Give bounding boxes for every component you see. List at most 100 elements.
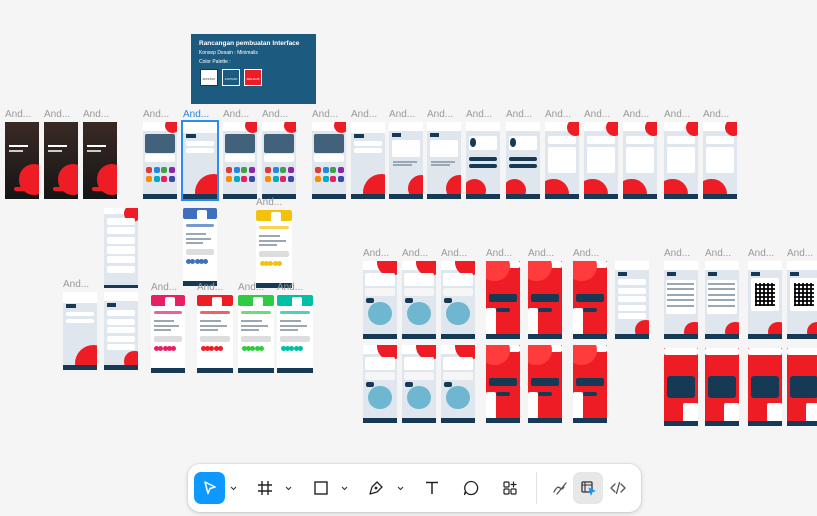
frame-label[interactable]: And... (573, 248, 599, 259)
phone-frame-success[interactable] (705, 348, 739, 426)
frame-label[interactable]: And... (427, 109, 453, 120)
phone-frame-rating[interactable] (256, 210, 292, 288)
phone-frame-red[interactable] (573, 345, 607, 423)
phone-frame-home[interactable] (143, 122, 177, 199)
phone-frame-home[interactable] (262, 122, 296, 199)
text-tool-button[interactable] (417, 472, 447, 504)
frame-label[interactable]: And... (312, 109, 338, 120)
frame-label[interactable]: And... (223, 109, 249, 120)
phone-frame-form[interactable] (545, 122, 579, 199)
phone-frame-red[interactable] (486, 345, 520, 423)
frame-label[interactable]: And... (748, 248, 774, 259)
frame-label[interactable]: And... (262, 109, 288, 120)
phone-frame-form[interactable] (623, 122, 657, 199)
phone-frame-login[interactable] (63, 292, 97, 370)
phone-frame-map[interactable] (441, 261, 475, 339)
shape-tool-chevron[interactable] (339, 472, 349, 504)
design-mode-button[interactable] (573, 472, 603, 504)
phone-frame-form[interactable] (584, 122, 618, 199)
frame-label[interactable]: And... (238, 282, 264, 293)
phone-frame-splash[interactable] (5, 122, 39, 199)
design-canvas[interactable]: And... And... And... And... And... And... And.… (0, 0, 817, 516)
list-item (617, 304, 647, 311)
phone-frame-success[interactable] (664, 348, 698, 426)
frame-label[interactable]: And... (351, 109, 377, 120)
phone-frame-home[interactable] (223, 122, 257, 199)
frame-tool-button[interactable] (250, 472, 280, 504)
frame-label[interactable]: And... (703, 109, 729, 120)
phone-frame-splash[interactable] (44, 122, 78, 199)
frame-label[interactable]: And... (441, 248, 467, 259)
frame-label[interactable]: And... (528, 248, 554, 259)
dev-mode-button[interactable] (603, 472, 633, 504)
phone-frame-rating[interactable] (183, 208, 217, 286)
frame-label[interactable]: And... (277, 282, 303, 293)
shape-tool-button[interactable] (306, 472, 336, 504)
frame-label[interactable]: And... (83, 109, 109, 120)
phone-frame-success[interactable] (748, 348, 782, 426)
pen-tool-button[interactable] (361, 472, 391, 504)
phone-frame-map[interactable] (402, 345, 436, 423)
phone-frame-table[interactable] (705, 261, 739, 339)
phone-frame-rating[interactable] (277, 295, 313, 373)
phone-frame-rating[interactable] (197, 295, 233, 373)
phone-frame-rating[interactable] (151, 295, 185, 373)
frame-label[interactable]: And... (183, 109, 209, 120)
frame-label[interactable]: And... (584, 109, 610, 120)
actions-tool-button[interactable] (495, 472, 525, 504)
frame-label[interactable]: And... (197, 282, 223, 293)
phone-frame-login[interactable] (351, 122, 385, 199)
phone-frame-tall[interactable] (104, 208, 138, 288)
phone-frame-map[interactable] (402, 261, 436, 339)
frame-tool-chevron[interactable] (283, 472, 293, 504)
phone-frame-list[interactable] (615, 261, 649, 339)
frame-label[interactable]: And... (389, 109, 415, 120)
phone-frame-map[interactable] (363, 261, 397, 339)
frame-label[interactable]: And... (151, 282, 177, 293)
phone-frame-map[interactable] (363, 345, 397, 423)
frame-label[interactable]: And... (256, 197, 282, 208)
phone-frame-login[interactable] (181, 120, 219, 201)
phone-frame-table[interactable] (664, 261, 698, 339)
phone-frame-list[interactable] (104, 292, 138, 370)
phone-frame-form[interactable] (664, 122, 698, 199)
frame-label[interactable]: And... (466, 109, 492, 120)
phone-frame-splash[interactable] (83, 122, 117, 199)
phone-frame-map[interactable] (441, 345, 475, 423)
frame-header (664, 261, 698, 271)
frame-label[interactable]: And... (486, 248, 512, 259)
phone-frame-home[interactable] (312, 122, 346, 199)
draw-mode-button[interactable] (545, 472, 575, 504)
phone-frame-red[interactable] (573, 261, 607, 339)
phone-frame-success[interactable] (787, 348, 817, 426)
phone-frame-red[interactable] (528, 345, 562, 423)
pen-tool-chevron[interactable] (395, 472, 405, 504)
frame-label[interactable]: And... (664, 109, 690, 120)
frame-label[interactable]: And... (402, 248, 428, 259)
frame-label[interactable]: And... (506, 109, 532, 120)
phone-frame-form[interactable] (703, 122, 737, 199)
frame-label[interactable]: And... (63, 279, 89, 290)
phone-frame-qr[interactable] (787, 261, 817, 339)
comment-tool-button[interactable] (456, 472, 486, 504)
frame-label[interactable]: And... (545, 109, 571, 120)
frame-label[interactable]: And... (44, 109, 70, 120)
frame-label[interactable]: And... (5, 109, 31, 120)
frame-label[interactable]: And... (705, 248, 731, 259)
phone-frame-profile[interactable] (506, 122, 540, 199)
phone-frame-red[interactable] (486, 261, 520, 339)
frame-label[interactable]: And... (787, 248, 813, 259)
move-tool-chevron[interactable] (228, 472, 238, 504)
design-spec-card[interactable]: Rancangan pembuatan Interface Konsep Des… (191, 34, 316, 104)
frame-label[interactable]: And... (363, 248, 389, 259)
move-tool-button[interactable] (194, 472, 225, 504)
phone-frame-qr[interactable] (748, 261, 782, 339)
frame-label[interactable]: And... (623, 109, 649, 120)
phone-frame-red[interactable] (528, 261, 562, 339)
phone-frame-profile[interactable] (466, 122, 500, 199)
frame-label[interactable]: And... (143, 109, 169, 120)
frame-label[interactable]: And... (664, 248, 690, 259)
phone-frame-article[interactable] (427, 122, 461, 199)
phone-frame-rating[interactable] (238, 295, 274, 373)
phone-frame-article[interactable] (389, 122, 423, 199)
